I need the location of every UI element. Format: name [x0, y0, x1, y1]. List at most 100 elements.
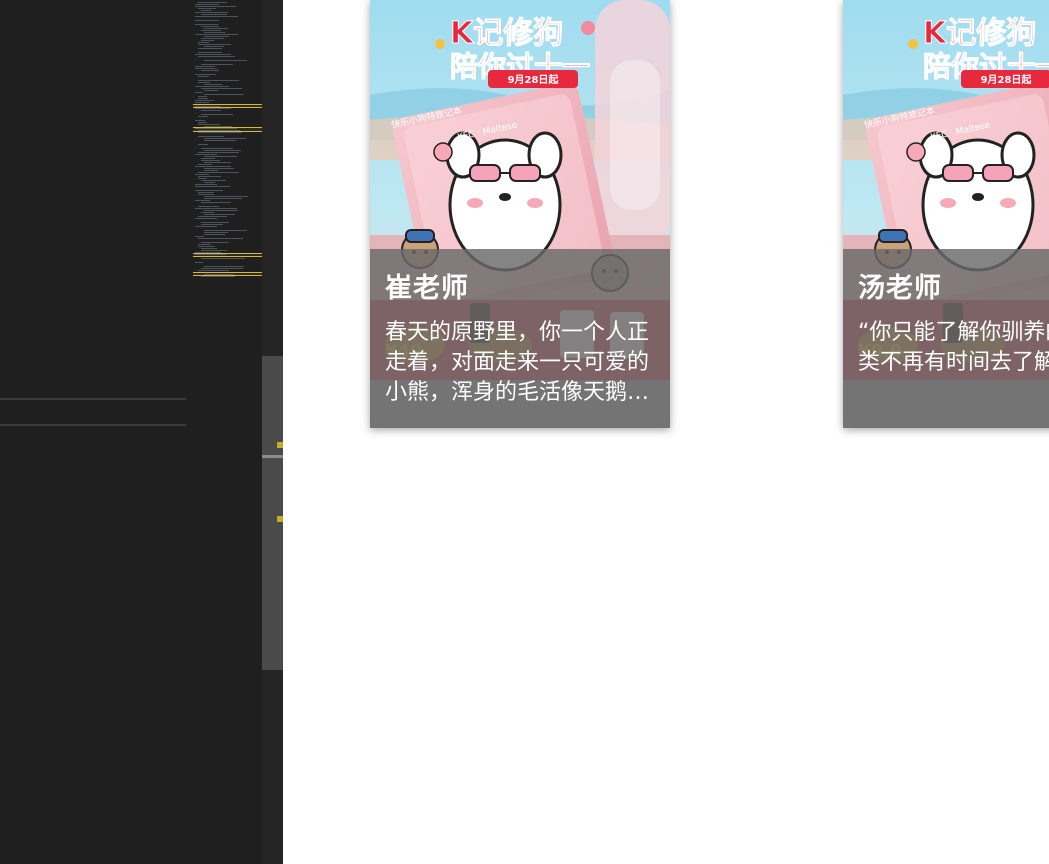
minimap-code-line: [195, 102, 209, 103]
minimap-code-line: [198, 44, 231, 45]
poster-headline: K记修狗: [923, 16, 1036, 51]
scroll-position-indicator: [262, 455, 283, 458]
minimap-code-line: [204, 32, 225, 33]
minimap-code-line: [198, 124, 220, 125]
minimap-code-line: [201, 250, 227, 251]
minimap-code-line: [195, 68, 217, 69]
minimap-code-line: [198, 122, 207, 123]
minimap-code-line: [201, 202, 231, 203]
minimap-code-line: [195, 184, 217, 185]
minimap-code-line: [198, 176, 221, 177]
minimap-code-line: [201, 70, 219, 71]
minimap-code-line: [198, 172, 239, 173]
minimap-code-line: [198, 2, 227, 3]
minimap-code-line: [198, 56, 235, 57]
minimap-code-line: [198, 98, 208, 99]
minimap-code-line: [204, 168, 234, 169]
minimap-code-line: [201, 88, 242, 89]
minimap-code-line: [201, 110, 221, 111]
minimap-code-line: [198, 144, 208, 145]
minimap-code-line: [204, 230, 247, 231]
minimap-code-line: [204, 266, 244, 267]
minimap-code-line: [204, 196, 248, 197]
minimap-code-line: [195, 208, 237, 209]
minimap-code-line: [195, 218, 217, 219]
teacher-quote: “你只能了解你驯养的东西。”狐狸说，“人类不再有时间去了解事情了，: [858, 320, 1049, 375]
minimap-code-line: [201, 14, 227, 15]
minimap-code-line: [201, 114, 233, 115]
minimap-code-line: [198, 116, 208, 117]
minimap-code-line: [201, 258, 245, 259]
minimap-code-line: [195, 24, 218, 25]
minimap-code-line: [195, 4, 219, 5]
minimap-code-line: [204, 94, 244, 95]
minimap-code-line: [201, 10, 211, 11]
minimap-code-line: [198, 8, 216, 9]
minimap-code-line: [204, 156, 237, 157]
minimap-code-line: [195, 92, 203, 93]
teacher-name: 汤老师: [858, 273, 942, 304]
minimap-code-line: [204, 140, 236, 141]
minimap-code-line: [204, 214, 235, 215]
minimap-code-line: [201, 224, 223, 225]
minimap-code-line: [195, 174, 209, 175]
minimap-code-line: [204, 90, 218, 91]
minimap-code-line: [204, 60, 247, 61]
minimap-code-line: [198, 152, 239, 153]
minimap-code-line: [204, 46, 224, 47]
minimap-code-line: [201, 26, 219, 27]
minimap-code-line: [195, 186, 230, 187]
minimap-code-line: [195, 20, 219, 21]
minimap-code-line: [195, 54, 231, 55]
minimap-code-line: [195, 190, 223, 191]
code-editor-pane[interactable]: [0, 0, 263, 864]
minimap-code-line: [195, 16, 238, 17]
minimap-code-line: [195, 200, 210, 201]
minimap-code-line: [195, 262, 203, 263]
minimap-code-line: [204, 182, 215, 183]
minimap-code-line: [204, 210, 238, 211]
minimap-code-line: [198, 52, 222, 53]
poster-date: 9月28日起: [508, 73, 560, 86]
minimap-code-line: [198, 246, 215, 247]
minimap-code-line: [195, 100, 214, 101]
minimap-code-line: [195, 34, 238, 35]
minimap-code-line: [204, 28, 228, 29]
minimap-code-line: [198, 216, 227, 217]
minimap-code-line: [198, 80, 239, 81]
minimap-code-line: [195, 108, 231, 109]
preview-area: K记修狗 陪你过十一 9月28日起 快乐小狗特旅记本 KFC · Maltese: [283, 0, 1049, 864]
minimap-code-line: [198, 48, 222, 49]
minimap-selection-highlight: [193, 272, 262, 276]
poster-date: 9月28日起: [981, 73, 1033, 86]
minimap-code-line: [195, 74, 216, 75]
minimap-code-line: [204, 138, 246, 139]
minimap-code-line: [201, 30, 221, 31]
minimap-code-line: [201, 160, 220, 161]
teacher-name: 崔老师: [385, 273, 469, 304]
minimap-code-line: [198, 178, 207, 179]
minimap-selection-highlight: [193, 253, 262, 257]
minimap-code-line: [204, 150, 241, 151]
minimap-code-line: [201, 148, 233, 149]
minimap-code-line: [201, 242, 229, 243]
editor-minimap[interactable]: [193, 0, 262, 290]
editor-scrollbar-thumb[interactable]: [262, 356, 283, 670]
teacher-quote: 春天的原野里，你一个人正走着，对面走来一只可爱的小熊，浑身的毛活像天鹅绒，眼睛圆…: [385, 320, 650, 405]
minimap-code-line: [198, 76, 209, 77]
minimap-code-line: [198, 194, 214, 195]
minimap-code-line: [204, 234, 225, 235]
minimap-code-line: [195, 12, 228, 13]
minimap-code-line: [201, 212, 214, 213]
teacher-card[interactable]: K记修狗 陪你过十一 9月28日起 快乐小狗特旅记本 KFC · Maltese: [370, 0, 670, 428]
minimap-code-line: [198, 192, 214, 193]
poster-headline: K记修狗: [450, 16, 563, 51]
minimap-code-line: [201, 180, 226, 181]
minimap-code-line: [198, 96, 207, 97]
minimap-code-line: [201, 248, 217, 249]
minimap-code-line: [198, 42, 209, 43]
minimap-code-line: [198, 270, 229, 271]
teacher-card[interactable]: K记修狗 陪你过十一 9月28日起 快乐小狗特旅记本 KFC · Maltese…: [843, 0, 1049, 428]
minimap-code-line: [198, 164, 212, 165]
minimap-code-line: [198, 244, 211, 245]
